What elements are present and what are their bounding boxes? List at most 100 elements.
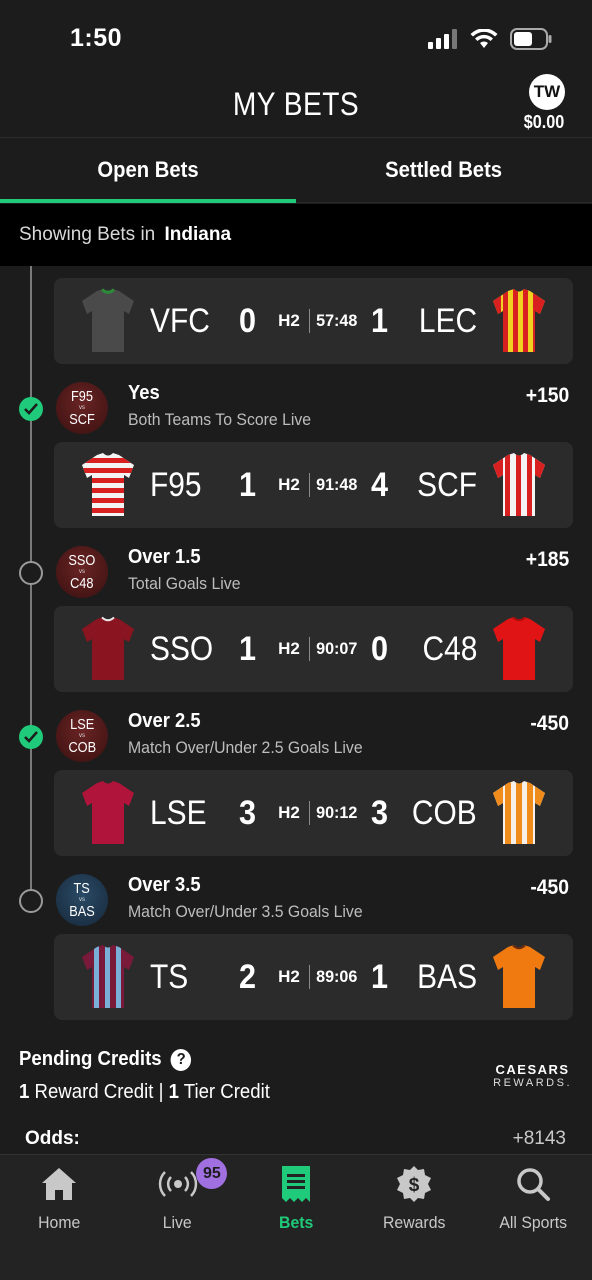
away-score: 4 bbox=[370, 466, 388, 504]
nav-live-label: Live bbox=[163, 1213, 193, 1232]
game-time: 91:48 bbox=[316, 475, 358, 494]
nav-bets[interactable]: Bets bbox=[237, 1155, 355, 1280]
home-icon bbox=[42, 1168, 77, 1200]
bet-odds: +150 bbox=[525, 384, 569, 407]
leg-won-indicator bbox=[19, 725, 43, 749]
pending-credits-label: Pending Credits bbox=[19, 1048, 162, 1070]
leg-open-indicator bbox=[19, 561, 43, 585]
tab-settled-bets[interactable]: Settled Bets bbox=[296, 139, 592, 202]
jersey-icon bbox=[493, 944, 545, 1008]
bet-market: Total Goals Live bbox=[128, 574, 241, 593]
game-half: H2 bbox=[278, 475, 300, 494]
bet-selection: Over 3.5 bbox=[128, 874, 201, 896]
jersey-icon bbox=[82, 781, 134, 844]
nav-home[interactable]: Home bbox=[0, 1155, 118, 1280]
away-team: BAS bbox=[417, 958, 477, 996]
page-title: MY BETS bbox=[232, 86, 360, 122]
total-odds-row: Odds: +8143 bbox=[25, 1128, 566, 1150]
matchup-badge: LSE vs COB bbox=[56, 710, 108, 762]
account-balance-button[interactable]: TW $0.00 bbox=[524, 74, 570, 133]
home-team: LSE bbox=[150, 794, 207, 832]
clock-separator bbox=[309, 473, 310, 497]
home-score: 3 bbox=[238, 794, 256, 832]
live-score-card[interactable]: SSO 1 H2 90:07 0 C48 bbox=[54, 606, 573, 692]
nav-all-sports-label: All Sports bbox=[498, 1213, 567, 1232]
help-icon[interactable]: ? bbox=[170, 1048, 192, 1071]
nav-all-sports[interactable]: All Sports bbox=[474, 1155, 592, 1280]
battery-icon bbox=[510, 28, 552, 50]
pending-credits: Pending Credits ? 1 Reward Credit | 1 Ti… bbox=[19, 1048, 289, 1104]
away-score: 1 bbox=[370, 302, 388, 340]
live-broadcast-icon bbox=[158, 1171, 197, 1197]
svg-text:$: $ bbox=[409, 1175, 420, 1196]
bet-market: Match Over/Under 3.5 Goals Live bbox=[128, 902, 363, 921]
location-prefix: Showing Bets in bbox=[19, 224, 156, 245]
game-half: H2 bbox=[278, 967, 300, 986]
matchup-badge: F95 vs SCF bbox=[56, 382, 108, 434]
reward-credit-count: 1 bbox=[19, 1081, 30, 1103]
credit-separator: | bbox=[158, 1081, 164, 1103]
game-time: 57:48 bbox=[316, 311, 358, 330]
nav-rewards[interactable]: $ Rewards bbox=[355, 1155, 473, 1280]
bet-market: Match Over/Under 2.5 Goals Live bbox=[128, 738, 363, 757]
game-half: H2 bbox=[278, 639, 300, 658]
home-team: TS bbox=[150, 958, 189, 996]
nav-live[interactable]: 95 Live bbox=[118, 1155, 236, 1280]
badge-away: BAS bbox=[69, 903, 95, 920]
matchup-badge: SSO vs C48 bbox=[56, 546, 108, 598]
live-score-card[interactable]: LSE 3 H2 90:12 3 COB bbox=[54, 770, 573, 856]
game-time: 89:06 bbox=[316, 967, 358, 986]
reward-credit-label: Reward Credit bbox=[34, 1081, 154, 1103]
jersey-icon bbox=[82, 453, 134, 516]
wifi-icon bbox=[470, 29, 498, 48]
pending-credits-detail: 1 Reward Credit | 1 Tier Credit bbox=[19, 1081, 270, 1104]
live-score-card[interactable]: TS 2 H2 89:06 1 BAS bbox=[54, 934, 573, 1020]
live-score-card[interactable]: VFC 0 H2 57:48 1 LEC bbox=[54, 278, 573, 364]
jersey-icon bbox=[493, 781, 545, 844]
away-team: SCF bbox=[417, 466, 477, 504]
leg-open-indicator bbox=[19, 889, 43, 913]
away-score: 0 bbox=[370, 630, 388, 668]
game-clock: H2 89:06 bbox=[274, 934, 358, 1020]
clock-separator bbox=[309, 309, 310, 333]
jersey-icon bbox=[493, 289, 545, 352]
tier-credit-count: 1 bbox=[168, 1081, 179, 1103]
avatar[interactable]: TW bbox=[529, 74, 565, 110]
location-state: Indiana bbox=[164, 224, 232, 245]
away-score: 1 bbox=[370, 958, 388, 996]
total-odds-label: Odds: bbox=[25, 1128, 80, 1149]
away-team: COB bbox=[412, 794, 477, 832]
badge-home: TS bbox=[73, 880, 91, 897]
checkmark-icon bbox=[24, 731, 38, 743]
search-icon bbox=[517, 1168, 550, 1201]
badge-away: COB bbox=[68, 739, 96, 756]
home-score: 1 bbox=[238, 630, 256, 668]
home-team: SSO bbox=[150, 630, 214, 668]
bet-selection: Yes bbox=[128, 382, 160, 404]
jersey-icon bbox=[82, 945, 134, 1008]
home-score: 2 bbox=[238, 958, 256, 996]
matchup-badge: TS vs BAS bbox=[56, 874, 108, 926]
badge-home: LSE bbox=[69, 716, 95, 733]
home-score: 1 bbox=[238, 466, 256, 504]
badge-home: SSO bbox=[68, 552, 96, 569]
jersey-icon bbox=[82, 616, 134, 680]
game-clock: H2 90:12 bbox=[274, 770, 358, 856]
tier-credit-label: Tier Credit bbox=[183, 1081, 270, 1103]
location-banner: Showing Bets in Indiana bbox=[0, 204, 592, 266]
live-score-card[interactable]: F95 1 H2 91:48 4 SCF bbox=[54, 442, 573, 528]
nav-bets-label: Bets bbox=[278, 1213, 314, 1232]
game-clock: H2 90:07 bbox=[274, 606, 358, 692]
tab-settled-bets-label: Settled Bets bbox=[385, 157, 503, 182]
home-team: F95 bbox=[150, 466, 202, 504]
bets-list[interactable]: VFC 0 H2 57:48 1 LEC F95 vs SCF Yes Both Te… bbox=[0, 266, 592, 1154]
bottom-nav: Home 95 Live Bets $ Rewards All Sports bbox=[0, 1154, 592, 1280]
badge-home: F95 bbox=[71, 388, 93, 405]
balance[interactable]: $0.00 bbox=[521, 112, 568, 133]
bet-odds: -450 bbox=[530, 712, 569, 735]
tab-open-bets[interactable]: Open Bets bbox=[0, 139, 296, 203]
status-time: 1:50 bbox=[70, 24, 123, 52]
status-bar: 1:50 bbox=[0, 0, 592, 80]
clock-separator bbox=[309, 637, 310, 661]
caesars-logo-top: CAESARS bbox=[495, 1062, 570, 1077]
